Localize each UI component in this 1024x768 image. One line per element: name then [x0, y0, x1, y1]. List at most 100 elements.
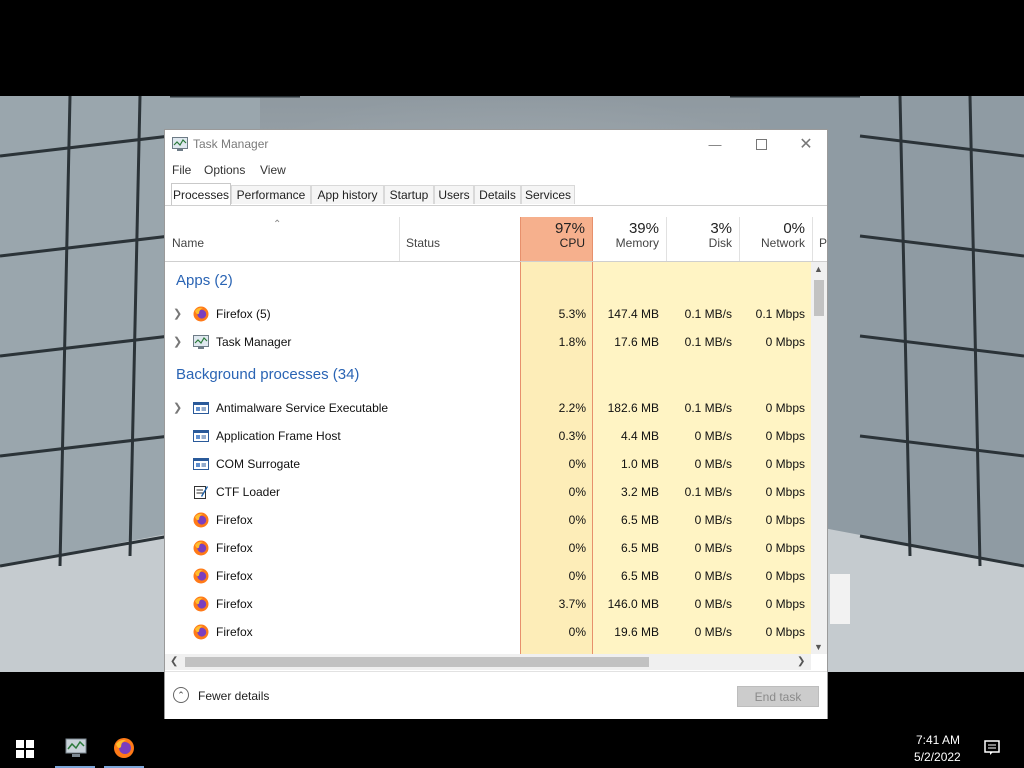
scroll-left-arrow-icon[interactable]: ❮	[170, 656, 178, 667]
process-disk: 0 MB/s	[694, 625, 732, 639]
process-memory: 147.4 MB	[607, 307, 659, 321]
tab-app-history[interactable]: App history	[311, 185, 384, 204]
clock-date[interactable]: 5/2/2022	[914, 750, 961, 764]
process-row[interactable]: ❯ Task Manager 1.8% 17.6 MB 0.1 MB/s 0 Mbps	[165, 328, 811, 356]
process-network: 0 Mbps	[765, 597, 805, 611]
process-cpu: 1.8%	[558, 335, 586, 349]
fewer-details-link[interactable]: Fewer details	[198, 689, 269, 703]
vertical-scrollbar[interactable]: ▲ ▼	[811, 262, 827, 654]
close-button[interactable]: ✕	[783, 130, 829, 158]
ctf-loader-icon	[194, 486, 208, 499]
process-disk: 0 MB/s	[694, 513, 732, 527]
tab-services[interactable]: Services	[521, 185, 575, 204]
process-cpu: 0%	[568, 625, 586, 639]
process-name: Task Manager	[216, 335, 292, 349]
scroll-up-arrow-icon[interactable]: ▲	[814, 264, 823, 274]
process-name: Firefox (5)	[216, 307, 271, 321]
firefox-icon	[193, 596, 209, 612]
process-memory: 4.4 MB	[620, 429, 659, 443]
column-memory-label: Memory	[615, 236, 659, 250]
process-network: 0 Mbps	[765, 335, 805, 349]
process-name: Firefox	[216, 513, 253, 527]
horizontal-scroll-thumb[interactable]	[185, 657, 649, 667]
group-header-background[interactable]: Background processes (34)	[176, 366, 359, 383]
process-network: 0 Mbps	[765, 401, 805, 415]
expand-chevron-icon[interactable]: ❯	[173, 401, 182, 414]
process-row[interactable]: Firefox 0% 6.5 MB 0 MB/s 0 Mbps	[165, 562, 811, 590]
memory-total-percent: 39%	[628, 220, 659, 237]
column-header-status[interactable]: Status	[399, 217, 520, 261]
column-header-cpu[interactable]: 97% CPU	[520, 217, 593, 261]
column-header-network[interactable]: 0% Network	[739, 217, 812, 261]
process-memory: 6.5 MB	[620, 513, 659, 527]
firefox-icon	[193, 568, 209, 584]
service-icon	[193, 458, 209, 470]
clock-time[interactable]: 7:41 AM	[916, 733, 960, 747]
tab-processes[interactable]: Processes	[171, 183, 231, 205]
process-network: 0 Mbps	[765, 541, 805, 555]
process-cpu: 0.3%	[558, 429, 586, 443]
scroll-right-arrow-icon[interactable]: ❯	[797, 656, 805, 667]
windows-start-icon[interactable]	[16, 740, 34, 758]
end-task-button[interactable]: End task	[737, 686, 819, 707]
column-header-power[interactable]: P	[813, 217, 827, 261]
process-row[interactable]: Firefox 3.7% 146.0 MB 0 MB/s 0 Mbps	[165, 590, 811, 618]
process-cpu: 0%	[568, 541, 586, 555]
process-cpu: 5.3%	[558, 307, 586, 321]
chevron-up-circle-icon[interactable]: ⌃	[173, 687, 189, 703]
process-row[interactable]: COM Surrogate 0% 1.0 MB 0 MB/s 0 Mbps	[165, 450, 811, 478]
disk-total-percent: 3%	[710, 220, 732, 237]
title-bar[interactable]: Task Manager — ✕	[165, 130, 827, 158]
menu-file[interactable]: File	[172, 163, 191, 177]
menu-options[interactable]: Options	[204, 163, 245, 177]
process-row[interactable]: Firefox 0% 6.5 MB 0 MB/s 0 Mbps	[165, 506, 811, 534]
expand-chevron-icon[interactable]: ❯	[173, 335, 182, 348]
process-row[interactable]: ❯ Antimalware Service Executable 2.2% 182.6…	[165, 394, 811, 422]
vertical-scroll-thumb[interactable]	[814, 280, 824, 316]
taskbar-task-manager[interactable]	[55, 728, 95, 768]
horizontal-scrollbar[interactable]: ❮ ❯	[165, 654, 811, 670]
service-icon	[193, 402, 209, 414]
process-row[interactable]: ❯ Firefox (5) 5.3% 147.4 MB 0.1 MB/s 0.1 Mbps	[165, 300, 811, 328]
process-name: Application Frame Host	[216, 429, 341, 443]
process-row[interactable]: Application Frame Host 0.3% 4.4 MB 0 MB/s 0 …	[165, 422, 811, 450]
process-cpu: 0%	[568, 513, 586, 527]
scroll-down-arrow-icon[interactable]: ▼	[814, 642, 823, 652]
menu-bar: File Options View	[165, 160, 827, 180]
tab-divider	[165, 205, 827, 206]
minimize-button[interactable]: —	[692, 130, 738, 158]
cpu-total-percent: 97%	[554, 220, 585, 237]
firefox-icon	[193, 624, 209, 640]
process-network: 0 Mbps	[765, 457, 805, 471]
taskbar-firefox[interactable]	[104, 728, 144, 768]
menu-view[interactable]: View	[260, 163, 286, 177]
group-header-apps[interactable]: Apps (2)	[176, 272, 233, 289]
column-cpu-label: CPU	[559, 236, 585, 250]
task-manager-icon	[65, 738, 87, 757]
process-memory: 3.2 MB	[620, 485, 659, 499]
tab-users[interactable]: Users	[434, 185, 474, 204]
process-name: Antimalware Service Executable	[216, 401, 389, 415]
tab-startup[interactable]: Startup	[384, 185, 434, 204]
close-icon: ✕	[799, 136, 813, 153]
process-row[interactable]: Firefox 0% 6.5 MB 0 MB/s 0 Mbps	[165, 534, 811, 562]
process-row[interactable]: CTF Loader 0% 3.2 MB 0.1 MB/s 0 Mbps	[165, 478, 811, 506]
tab-performance[interactable]: Performance	[231, 185, 311, 204]
tab-details[interactable]: Details	[474, 185, 521, 204]
column-header-disk[interactable]: 3% Disk	[666, 217, 739, 261]
maximize-button[interactable]	[738, 130, 784, 158]
expand-chevron-icon[interactable]: ❯	[173, 307, 182, 320]
tab-strip: Processes Performance App history Startu…	[169, 183, 827, 205]
process-memory: 17.6 MB	[614, 335, 659, 349]
process-network: 0 Mbps	[765, 625, 805, 639]
notification-center-icon[interactable]	[984, 740, 1000, 756]
column-header-memory[interactable]: 39% Memory	[593, 217, 666, 261]
process-disk: 0 MB/s	[694, 569, 732, 583]
taskbar: 7:41 AM 5/2/2022	[0, 728, 1024, 768]
process-table: Apps (2) ❯ Firefox (5) 5.3% 147.4 MB 0.1 MB/…	[165, 262, 811, 654]
process-row[interactable]: Firefox 0% 19.6 MB 0 MB/s 0 Mbps	[165, 618, 811, 646]
column-header-name[interactable]: ⌃ Name	[165, 217, 399, 261]
process-memory: 19.6 MB	[614, 625, 659, 639]
process-cpu: 0%	[568, 457, 586, 471]
process-disk: 0.1 MB/s	[684, 307, 732, 321]
